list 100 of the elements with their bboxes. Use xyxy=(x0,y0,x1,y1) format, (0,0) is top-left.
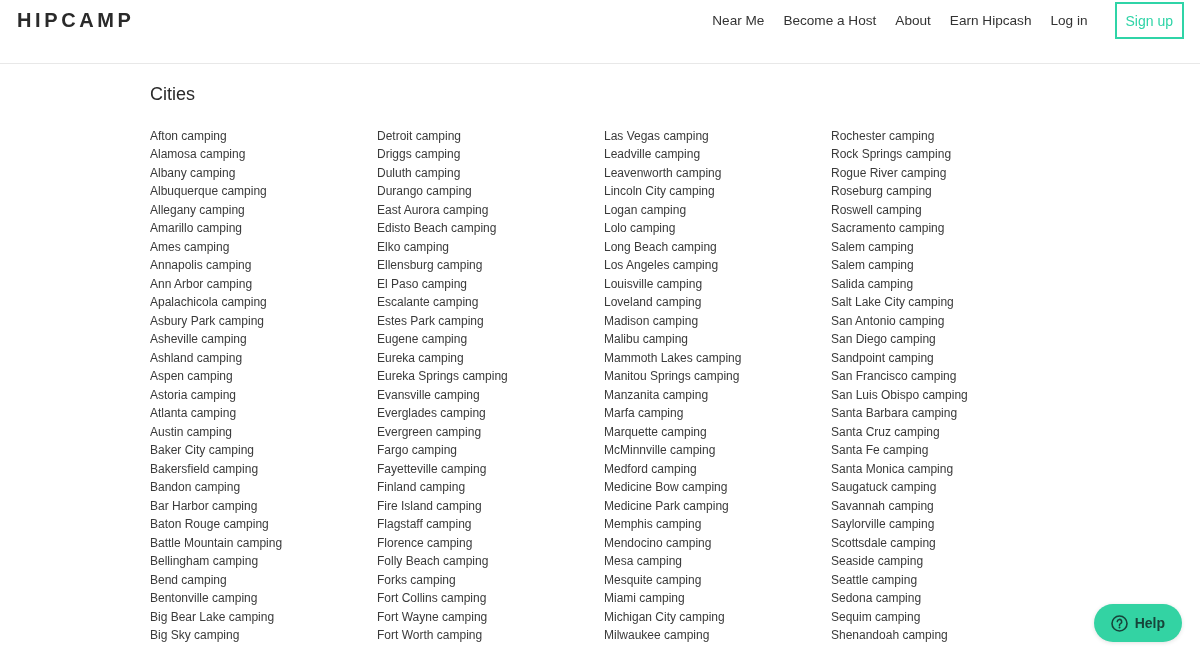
city-link[interactable]: Marquette camping xyxy=(604,422,707,442)
city-link[interactable]: San Antonio camping xyxy=(831,311,945,331)
city-link[interactable]: Logan camping xyxy=(604,200,687,220)
city-link[interactable]: Leadville camping xyxy=(604,145,701,164)
city-link[interactable]: Manitou Springs camping xyxy=(604,367,740,386)
city-link[interactable]: Las Vegas camping xyxy=(604,127,709,146)
city-link[interactable]: Annapolis camping xyxy=(150,256,252,275)
city-link[interactable]: Shenandoah camping xyxy=(831,626,948,645)
city-link[interactable]: Roseburg camping xyxy=(831,182,932,201)
city-link[interactable]: Ames camping xyxy=(150,237,230,257)
city-link[interactable]: Lolo camping xyxy=(604,219,676,238)
city-link[interactable]: Michigan City camping xyxy=(604,607,725,627)
city-link[interactable]: Eureka camping xyxy=(377,348,464,368)
city-link[interactable]: Rock Springs camping xyxy=(831,145,952,164)
city-link[interactable]: Roswell camping xyxy=(831,200,922,220)
city-link[interactable]: Santa Cruz camping xyxy=(831,422,940,442)
city-link[interactable]: Marfa camping xyxy=(604,404,684,423)
city-link[interactable]: Medford camping xyxy=(604,459,697,479)
city-link[interactable]: Seattle camping xyxy=(831,570,918,590)
city-link[interactable]: Mendocino camping xyxy=(604,533,712,553)
nav-link[interactable]: Near Me xyxy=(712,13,765,28)
city-link[interactable]: Evergreen camping xyxy=(377,422,482,442)
city-link[interactable]: Eugene camping xyxy=(377,330,468,349)
city-link[interactable]: Albany camping xyxy=(150,163,236,183)
city-link[interactable]: Flagstaff camping xyxy=(377,515,472,534)
city-link[interactable]: Fort Worth camping xyxy=(377,626,483,645)
city-link[interactable]: Saugatuck camping xyxy=(831,478,937,497)
city-link[interactable]: Apalachicola camping xyxy=(150,293,267,312)
nav-link[interactable]: Earn Hipcash xyxy=(949,13,1032,28)
city-link[interactable]: East Aurora camping xyxy=(377,200,489,220)
city-link[interactable]: Salem camping xyxy=(831,256,914,275)
city-link[interactable]: San Francisco camping xyxy=(831,367,957,386)
city-link[interactable]: Evansville camping xyxy=(377,385,480,405)
city-link[interactable]: Asheville camping xyxy=(150,330,247,349)
city-link[interactable]: Astoria camping xyxy=(150,385,237,405)
city-link[interactable]: Saylorville camping xyxy=(831,515,935,534)
city-link[interactable]: Durango camping xyxy=(377,182,472,201)
city-link[interactable]: Sandpoint camping xyxy=(831,348,934,368)
city-link[interactable]: Eureka Springs camping xyxy=(377,367,508,386)
city-link[interactable]: Sequim camping xyxy=(831,607,921,627)
city-link[interactable]: Big Bear Lake camping xyxy=(150,607,275,627)
city-link[interactable]: Alamosa camping xyxy=(150,145,246,164)
city-link[interactable]: Everglades camping xyxy=(377,404,486,423)
city-link[interactable]: Louisville camping xyxy=(604,274,703,294)
city-link[interactable]: Savannah camping xyxy=(831,496,934,516)
city-link[interactable]: Ashland camping xyxy=(150,348,243,368)
city-link[interactable]: Medicine Bow camping xyxy=(604,478,728,497)
city-link[interactable]: Forks camping xyxy=(377,570,456,590)
city-link[interactable]: Long Beach camping xyxy=(604,237,717,257)
city-link[interactable]: Bentonville camping xyxy=(150,589,258,608)
city-link[interactable]: Leavenworth camping xyxy=(604,163,722,183)
city-link[interactable]: Milwaukee camping xyxy=(604,626,710,645)
city-link[interactable]: Bend camping xyxy=(150,570,227,590)
city-link[interactable]: Baker City camping xyxy=(150,441,255,460)
city-link[interactable]: Asbury Park camping xyxy=(150,311,265,331)
city-link[interactable]: Salt Lake City camping xyxy=(831,293,954,312)
city-link[interactable]: Edisto Beach camping xyxy=(377,219,497,238)
city-link[interactable]: Medicine Park camping xyxy=(604,496,729,516)
city-link[interactable]: Fayetteville camping xyxy=(377,459,487,479)
city-link[interactable]: Santa Fe camping xyxy=(831,441,929,460)
city-link[interactable]: San Diego camping xyxy=(831,330,936,349)
city-link[interactable]: Finland camping xyxy=(377,478,466,497)
city-link[interactable]: Baton Rouge camping xyxy=(150,515,269,534)
city-link[interactable]: Scottsdale camping xyxy=(831,533,936,553)
city-link[interactable]: Bandon camping xyxy=(150,478,241,497)
city-link[interactable]: Amarillo camping xyxy=(150,219,243,238)
city-link[interactable]: Ellensburg camping xyxy=(377,256,483,275)
city-link[interactable]: Duluth camping xyxy=(377,163,461,183)
city-link[interactable]: McMinnville camping xyxy=(604,441,716,460)
city-link[interactable]: Battle Mountain camping xyxy=(150,533,283,553)
city-link[interactable]: Madison camping xyxy=(604,311,699,331)
city-link[interactable]: Escalante camping xyxy=(377,293,479,312)
city-link[interactable]: Santa Barbara camping xyxy=(831,404,958,423)
city-link[interactable]: Santa Monica camping xyxy=(831,459,954,479)
city-link[interactable]: Austin camping xyxy=(150,422,233,442)
nav-link[interactable]: About xyxy=(895,13,931,28)
help-button[interactable]: Help xyxy=(1093,604,1182,642)
city-link[interactable]: Bakersfield camping xyxy=(150,459,259,479)
nav-link[interactable]: Become a Host xyxy=(783,13,877,28)
city-link[interactable]: Bellingham camping xyxy=(150,552,259,571)
city-link[interactable]: Seaside camping xyxy=(831,552,924,571)
city-link[interactable]: Memphis camping xyxy=(604,515,702,534)
city-link[interactable]: Los Angeles camping xyxy=(604,256,719,275)
city-link[interactable]: Fire Island camping xyxy=(377,496,482,516)
city-link[interactable]: Elko camping xyxy=(377,237,450,257)
city-link[interactable]: Detroit camping xyxy=(377,127,462,146)
city-link[interactable]: Fort Wayne camping xyxy=(377,607,488,627)
city-link[interactable]: Malibu camping xyxy=(604,330,689,349)
city-link[interactable]: Manzanita camping xyxy=(604,385,709,405)
city-link[interactable]: San Luis Obispo camping xyxy=(831,385,968,405)
city-link[interactable]: Driggs camping xyxy=(377,145,461,164)
city-link[interactable]: Big Sky camping xyxy=(150,626,240,645)
city-link[interactable]: Rogue River camping xyxy=(831,163,947,183)
city-link[interactable]: Estes Park camping xyxy=(377,311,484,331)
city-link[interactable]: Sedona camping xyxy=(831,589,922,608)
city-link[interactable]: Mammoth Lakes camping xyxy=(604,348,742,368)
site-logo[interactable]: HIPCAMP xyxy=(17,9,135,32)
city-link[interactable]: Aspen camping xyxy=(150,367,233,386)
city-link[interactable]: Albuquerque camping xyxy=(150,182,267,201)
city-link[interactable]: Mesa camping xyxy=(604,552,683,571)
